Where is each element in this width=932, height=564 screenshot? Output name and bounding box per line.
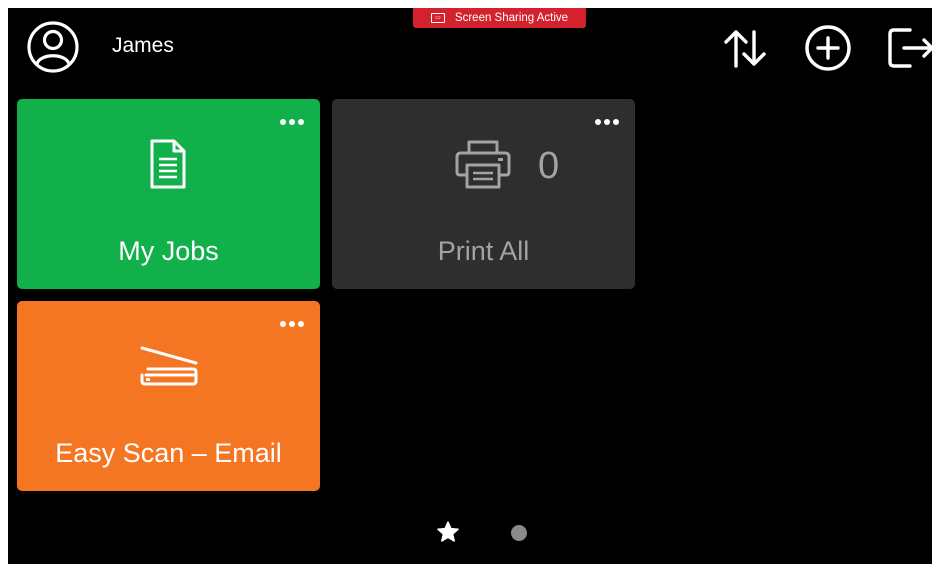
print-job-count: 0 bbox=[538, 145, 560, 187]
more-options-icon[interactable] bbox=[595, 119, 619, 125]
more-options-icon[interactable] bbox=[280, 119, 304, 125]
logout-icon[interactable] bbox=[882, 22, 932, 74]
user-avatar-icon[interactable] bbox=[26, 20, 80, 74]
star-icon bbox=[437, 521, 459, 542]
screen-sharing-label: Screen Sharing Active bbox=[454, 12, 569, 24]
scanner-icon bbox=[140, 346, 198, 386]
sort-icon[interactable] bbox=[720, 22, 772, 74]
screen-share-icon: ▭ bbox=[430, 13, 445, 23]
add-icon[interactable] bbox=[802, 22, 854, 74]
tile-label: My Jobs bbox=[118, 236, 219, 266]
screen-sharing-banner: ▭ Screen Sharing Active bbox=[413, 8, 586, 28]
page-indicator-favorites[interactable] bbox=[436, 520, 460, 544]
more-options-icon[interactable] bbox=[280, 321, 304, 327]
my-jobs-tile[interactable]: My Jobs bbox=[17, 99, 320, 289]
tile-label: Easy Scan – Email bbox=[55, 438, 282, 468]
easy-scan-email-tile[interactable]: Easy Scan – Email bbox=[17, 301, 320, 491]
page-indicator-2[interactable] bbox=[509, 523, 529, 543]
tile-label: Print All bbox=[437, 236, 530, 266]
document-icon bbox=[150, 139, 186, 189]
printer-icon bbox=[455, 140, 511, 189]
user-name[interactable]: James bbox=[112, 34, 174, 58]
print-all-tile[interactable]: 0 Print All bbox=[332, 99, 635, 289]
device-screen: ▭ Screen Sharing Active James My Jobs 0 … bbox=[8, 8, 932, 564]
